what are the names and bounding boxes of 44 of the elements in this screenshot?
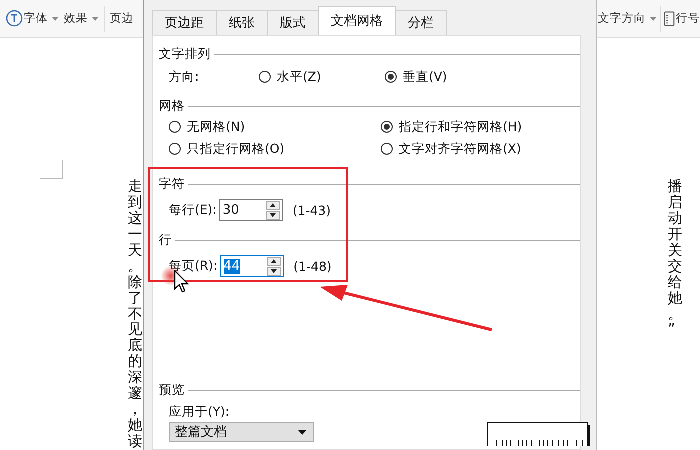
range-hint: (1-43) [292,202,331,218]
apply-dropdown[interactable]: 整篇文档 [169,422,314,442]
radio-button[interactable] [169,143,181,155]
radio-button[interactable] [381,121,393,133]
section-title: 预览 [159,382,185,398]
radio-option[interactable]: 水平(Z) [259,68,385,86]
page-corner-mark [40,160,63,179]
radio-button[interactable] [169,121,181,133]
radio-option[interactable]: 垂直(V) [385,68,448,86]
section-title: 行 [159,232,172,248]
radio-button[interactable] [259,71,271,83]
toolbar-button[interactable]: 效果 [64,11,99,26]
field-label: 每页(R): [169,258,218,274]
spin-field[interactable]: 44 [220,255,284,277]
toolbar-button[interactable]: 文字方向 [598,11,657,26]
tab[interactable]: 页边距 [152,10,217,35]
spin-field[interactable]: 30 [218,199,283,221]
vertical-text: 走到这一天。除了不见底的深邃，她读 [128,180,142,450]
toolbar-button[interactable]: 页边 [110,11,134,26]
field-label: 每行(E): [169,202,217,218]
radio-button[interactable] [381,143,393,155]
range-hint: (1-48) [294,258,332,274]
section-title: 网格 [159,98,185,114]
field-label: 应用于(Y): [168,404,231,421]
toolbar-button[interactable]: 行号 [664,10,700,26]
caret-icon [298,430,307,434]
radio-option[interactable]: 文字对齐字符网格(X) [381,140,522,158]
field-label: 方向: [169,68,200,86]
caret-icon [650,16,657,20]
radio-option[interactable]: 只指定行网格(O) [169,140,381,158]
section-title: 字符 [159,176,185,192]
vertical-text: 播启动开关交给她。” [668,180,682,340]
cursor-icon [174,270,190,294]
tab[interactable]: 文档网格 [318,6,396,35]
section-title: 文字排列 [159,46,211,62]
toolbar-button[interactable]: 字体 [6,10,59,27]
caret-icon [52,16,59,20]
caret-icon [92,16,99,20]
tab[interactable]: 分栏 [395,10,447,35]
radio-button[interactable] [385,71,397,83]
document-icon [664,10,675,26]
radio-option[interactable]: 无网格(N) [169,118,381,136]
font-icon [6,10,23,27]
radio-option[interactable]: 指定行和字符网格(H) [381,118,522,136]
